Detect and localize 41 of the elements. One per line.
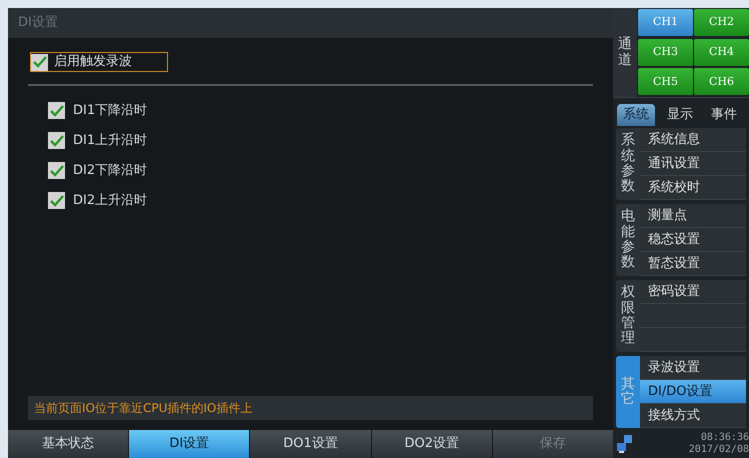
bottom-tab[interactable]: DI设置 xyxy=(129,430,250,458)
check-icon xyxy=(50,134,64,146)
menu-tab[interactable]: 事件 xyxy=(705,104,743,126)
menu-item[interactable]: 接线方式 xyxy=(640,404,746,428)
status-time: 08:36:36 xyxy=(700,432,749,444)
bottom-tab[interactable]: 基本状态 xyxy=(8,430,128,458)
check-icon xyxy=(50,164,64,176)
window-title: DI设置 xyxy=(18,14,58,32)
checkbox[interactable] xyxy=(48,132,65,149)
menu-item[interactable]: 系统信息 xyxy=(640,128,746,152)
checkbox[interactable] xyxy=(48,192,65,209)
group-label: 其它 xyxy=(621,376,635,408)
checkbox[interactable] xyxy=(31,54,48,70)
checkbox[interactable] xyxy=(48,102,65,119)
group-label: 电能参数 xyxy=(621,209,635,271)
option-label: DI1上升沿时 xyxy=(73,132,148,150)
checkbox[interactable] xyxy=(48,162,65,179)
group-label: 权限管理 xyxy=(621,285,635,347)
option-label: DI2下降沿时 xyxy=(73,162,148,180)
check-icon xyxy=(32,56,46,68)
network-icon xyxy=(617,435,633,453)
trigger-checkbox-row[interactable]: 启用触发录波 xyxy=(30,52,168,72)
menu-item[interactable]: 暂态设置 xyxy=(640,252,746,276)
menu-item[interactable]: 测量点 xyxy=(640,204,746,228)
bottom-tab[interactable]: DO2设置 xyxy=(372,430,492,458)
menu-item[interactable]: 系统校时 xyxy=(640,176,746,200)
channel-label: 通道 xyxy=(618,37,632,68)
status-date: 2017/02/08 xyxy=(688,444,749,456)
option-label: DI1下降沿时 xyxy=(73,102,148,120)
bottom-tab[interactable]: DO1设置 xyxy=(250,430,371,458)
menu-tab[interactable]: 显示 xyxy=(661,104,699,126)
menu-item[interactable]: 通讯设置 xyxy=(640,152,746,176)
menu-tab[interactable]: 系统 xyxy=(617,104,655,126)
check-icon xyxy=(50,194,64,206)
menu-item[interactable]: 稳态设置 xyxy=(640,228,746,252)
trigger-label: 启用触发录波 xyxy=(54,53,132,72)
group-label: 系统参数 xyxy=(621,133,635,195)
option-label: DI2上升沿时 xyxy=(73,192,148,210)
info-text: 当前页面IO位于靠近CPU插件的IO插件上 xyxy=(34,400,252,417)
check-icon xyxy=(50,104,64,116)
menu-item[interactable]: DI/DO设置 xyxy=(640,380,746,404)
